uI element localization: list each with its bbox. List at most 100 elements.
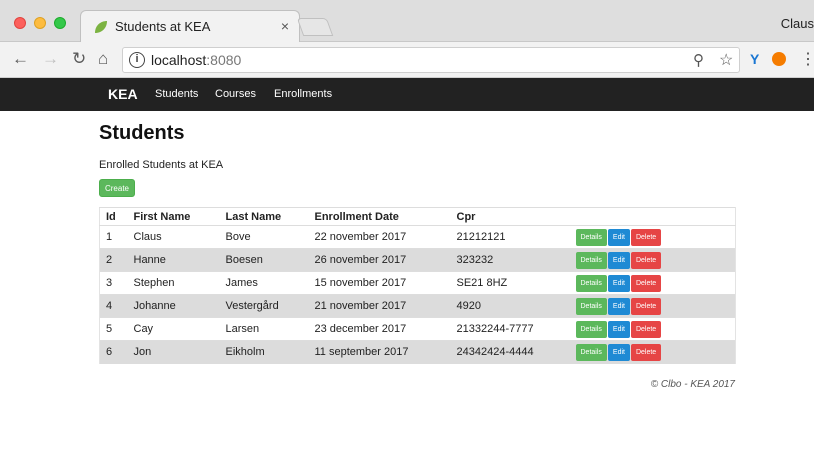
browser-tab[interactable]: Students at KEA × xyxy=(80,10,300,42)
details-button[interactable]: Details xyxy=(575,343,607,361)
cell-first-name: Cay xyxy=(127,317,220,341)
home-icon[interactable]: ⌂ xyxy=(98,49,108,69)
minimize-window-button[interactable] xyxy=(34,17,46,29)
nav-link-enrollments[interactable]: Enrollments xyxy=(274,88,332,100)
cell-first-name: Hanne xyxy=(127,248,220,272)
menu-icon[interactable]: ⋮ xyxy=(800,49,814,69)
cell-first-name: Jon xyxy=(127,340,220,364)
url-text[interactable]: localhost:8080 xyxy=(151,52,241,68)
details-button[interactable]: Details xyxy=(575,297,607,315)
cell-actions: Details Edit Delete xyxy=(569,340,736,364)
table-header-row: Id First Name Last Name Enrollment Date … xyxy=(99,207,736,226)
address-bar[interactable]: i localhost:8080 ⚲ ☆ xyxy=(122,47,740,73)
cell-actions: Details Edit Delete xyxy=(569,225,736,249)
table-row: 1 Claus Bove 22 november 2017 21212121 D… xyxy=(99,225,736,249)
cell-enrollment-date: 26 november 2017 xyxy=(308,248,451,272)
cell-last-name: James xyxy=(219,271,309,295)
page-subtitle: Enrolled Students at KEA xyxy=(99,159,224,171)
reload-icon[interactable]: ↻ xyxy=(72,49,86,69)
cell-cpr: 4920 xyxy=(450,294,570,318)
table-row: 3 Stephen James 15 november 2017 SE21 8H… xyxy=(99,271,736,295)
zoom-icon[interactable]: ⚲ xyxy=(693,51,704,69)
column-header-first-name: First Name xyxy=(127,207,220,226)
cell-id: 3 xyxy=(99,271,128,295)
extension-icon[interactable]: Y xyxy=(750,51,759,67)
cell-last-name: Boesen xyxy=(219,248,309,272)
footer-copyright: © Clbo - KEA 2017 xyxy=(650,379,735,390)
close-window-button[interactable] xyxy=(14,17,26,29)
maximize-window-button[interactable] xyxy=(54,17,66,29)
edit-button[interactable]: Edit xyxy=(607,343,630,361)
cell-actions: Details Edit Delete xyxy=(569,294,736,318)
url-host: localhost xyxy=(151,52,207,68)
forward-arrow-icon[interactable]: → xyxy=(42,49,59,69)
cell-last-name: Bove xyxy=(219,225,309,249)
table-row: 6 Jon Eikholm 11 september 2017 24342424… xyxy=(99,340,736,364)
cell-last-name: Larsen xyxy=(219,317,309,341)
cell-cpr: 323232 xyxy=(450,248,570,272)
cell-id: 4 xyxy=(99,294,128,318)
column-header-id: Id xyxy=(99,207,128,226)
cell-actions: Details Edit Delete xyxy=(569,317,736,341)
column-header-cpr: Cpr xyxy=(450,207,570,226)
close-tab-icon[interactable]: × xyxy=(281,18,289,34)
delete-button[interactable]: Delete xyxy=(630,274,662,292)
details-button[interactable]: Details xyxy=(575,251,607,269)
cell-first-name: Johanne xyxy=(127,294,220,318)
cell-enrollment-date: 11 september 2017 xyxy=(308,340,451,364)
create-button[interactable]: Create xyxy=(99,179,135,197)
site-navbar: KEA Students Courses Enrollments xyxy=(0,78,814,111)
delete-button[interactable]: Delete xyxy=(630,320,662,338)
details-button[interactable]: Details xyxy=(575,274,607,292)
cell-actions: Details Edit Delete xyxy=(569,271,736,295)
column-header-actions xyxy=(569,207,736,226)
nav-link-students[interactable]: Students xyxy=(155,88,198,100)
cell-id: 1 xyxy=(99,225,128,249)
brand-link[interactable]: KEA xyxy=(108,86,138,102)
cell-enrollment-date: 21 november 2017 xyxy=(308,294,451,318)
table-row: 2 Hanne Boesen 26 november 2017 323232 D… xyxy=(99,248,736,272)
browser-toolbar: ← → ↻ ⌂ i localhost:8080 ⚲ ☆ Y ⋮ xyxy=(0,42,814,78)
delete-button[interactable]: Delete xyxy=(630,251,662,269)
students-table: Id First Name Last Name Enrollment Date … xyxy=(99,207,736,364)
cell-enrollment-date: 23 december 2017 xyxy=(308,317,451,341)
column-header-enrollment-date: Enrollment Date xyxy=(308,207,451,226)
edit-button[interactable]: Edit xyxy=(607,251,630,269)
extension-icon[interactable] xyxy=(772,52,786,66)
cell-enrollment-date: 22 november 2017 xyxy=(308,225,451,249)
cell-id: 5 xyxy=(99,317,128,341)
new-tab-button[interactable] xyxy=(296,18,334,36)
cell-enrollment-date: 15 november 2017 xyxy=(308,271,451,295)
profile-name[interactable]: Claus xyxy=(781,16,814,31)
cell-id: 6 xyxy=(99,340,128,364)
cell-cpr: 24342424-4444 xyxy=(450,340,570,364)
details-button[interactable]: Details xyxy=(575,228,607,246)
cell-first-name: Stephen xyxy=(127,271,220,295)
cell-cpr: 21332244-7777 xyxy=(450,317,570,341)
back-arrow-icon[interactable]: ← xyxy=(12,49,29,69)
url-port: :8080 xyxy=(206,52,242,68)
edit-button[interactable]: Edit xyxy=(607,228,630,246)
table-row: 4 Johanne Vestergård 21 november 2017 49… xyxy=(99,294,736,318)
cell-id: 2 xyxy=(99,248,128,272)
cell-first-name: Claus xyxy=(127,225,220,249)
delete-button[interactable]: Delete xyxy=(630,228,662,246)
info-icon[interactable]: i xyxy=(129,52,145,68)
spring-leaf-icon xyxy=(95,21,107,33)
page-title: Students xyxy=(99,122,185,144)
browser-tab-bar: Students at KEA × Claus xyxy=(0,0,814,42)
column-header-last-name: Last Name xyxy=(219,207,309,226)
nav-link-courses[interactable]: Courses xyxy=(215,88,256,100)
tab-title: Students at KEA xyxy=(115,19,211,34)
delete-button[interactable]: Delete xyxy=(630,297,662,315)
edit-button[interactable]: Edit xyxy=(607,274,630,292)
star-icon[interactable]: ☆ xyxy=(719,50,733,70)
cell-actions: Details Edit Delete xyxy=(569,248,736,272)
details-button[interactable]: Details xyxy=(575,320,607,338)
table-row: 5 Cay Larsen 23 december 2017 21332244-7… xyxy=(99,317,736,341)
cell-last-name: Eikholm xyxy=(219,340,309,364)
delete-button[interactable]: Delete xyxy=(630,343,662,361)
edit-button[interactable]: Edit xyxy=(607,320,630,338)
edit-button[interactable]: Edit xyxy=(607,297,630,315)
cell-last-name: Vestergård xyxy=(219,294,309,318)
